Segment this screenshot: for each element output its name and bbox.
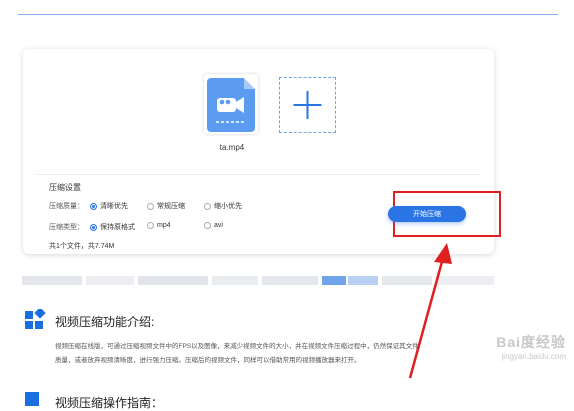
guide-icon — [25, 392, 39, 406]
video-file-tile[interactable] — [204, 74, 258, 134]
feature-icon — [25, 309, 46, 329]
intro-paragraph-line-1: 视频压缩在线版，可通过压缩视频文件中的FPS以及图像，来减少视频文件的大小，并在… — [55, 343, 419, 350]
quality-label: 压缩质量： — [49, 203, 84, 210]
radio-icon — [204, 202, 211, 210]
option-label: 清晰优先 — [100, 203, 128, 210]
radio-icon — [204, 222, 211, 229]
option-label: 保持原格式 — [100, 224, 135, 231]
quality-option-smaller[interactable]: 缩小优先 — [204, 201, 242, 211]
guide-heading: 视频压缩操作指南： — [55, 396, 164, 410]
intro-heading: 视频压缩功能介绍: — [55, 315, 155, 329]
watermark-url: jingyan.baidu.com — [501, 352, 566, 361]
radio-icon — [147, 222, 154, 229]
type-label: 压缩类型： — [49, 224, 84, 231]
top-divider — [18, 14, 558, 15]
video-file-icon — [207, 78, 255, 132]
blurred-navigation-bar — [22, 276, 494, 285]
file-summary: 共1个文件，共7.74M — [49, 243, 115, 250]
option-label: 常规压缩 — [157, 203, 185, 210]
baidu-watermark: Bai度经验 jingyan.baidu.com — [496, 332, 566, 361]
quality-option-normal[interactable]: 常规压缩 — [147, 201, 185, 211]
section-divider — [35, 174, 481, 175]
file-name: ta.mp4 — [219, 143, 245, 152]
intro-paragraph-line-2: 质量，或者放弃视频清晰度，进行强力压缩。压缩后的视频文件，同样可以借助常用的视频… — [55, 357, 361, 364]
type-option-original[interactable]: 保持原格式 — [90, 222, 135, 232]
type-option-avi[interactable]: avi — [204, 222, 223, 229]
radio-selected-icon — [90, 202, 97, 210]
quality-option-clear[interactable]: 清晰优先 — [90, 201, 128, 211]
start-compress-button[interactable]: 开始压缩 — [388, 206, 466, 222]
radio-selected-icon — [90, 223, 97, 231]
settings-title: 压缩设置 — [49, 183, 81, 192]
option-label: 缩小优先 — [214, 203, 242, 210]
option-label: avi — [214, 222, 223, 229]
option-label: mp4 — [157, 222, 171, 229]
add-file-button[interactable] — [279, 77, 336, 133]
watermark-text: Bai度经验 — [496, 334, 566, 350]
type-option-mp4[interactable]: mp4 — [147, 222, 171, 229]
plus-icon — [293, 91, 322, 119]
radio-icon — [147, 202, 154, 210]
